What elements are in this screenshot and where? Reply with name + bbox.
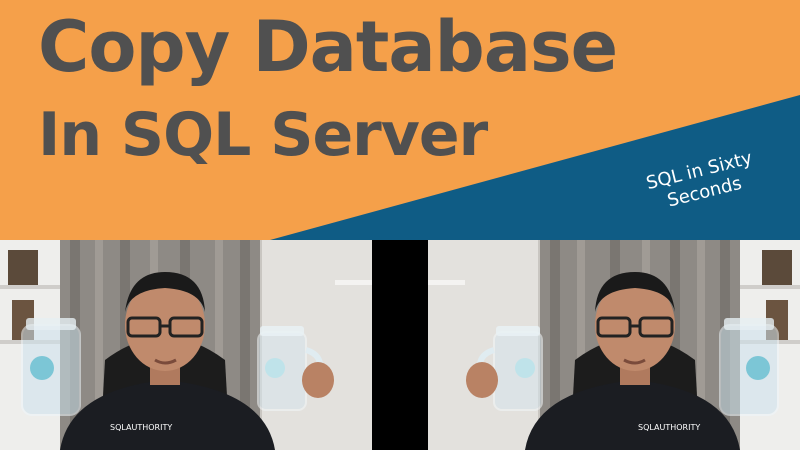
shelf-ledge: [335, 280, 372, 285]
thumbnail: Copy Database In SQL Server SQL in Sixty…: [0, 0, 800, 450]
glass-jar-left: [21, 318, 81, 416]
center-gap: [372, 240, 428, 450]
presenter-photo-left: SQLAUTHORITY: [0, 240, 372, 450]
shirt-logo-left: SQLAUTHORITY: [110, 423, 172, 432]
presenter-photo-right: SQLAUTHORITY: [428, 240, 800, 450]
title-line-1: Copy Database: [38, 6, 618, 88]
shirt-logo-right: SQLAUTHORITY: [638, 423, 700, 432]
title-line-2: In SQL Server: [38, 100, 488, 170]
